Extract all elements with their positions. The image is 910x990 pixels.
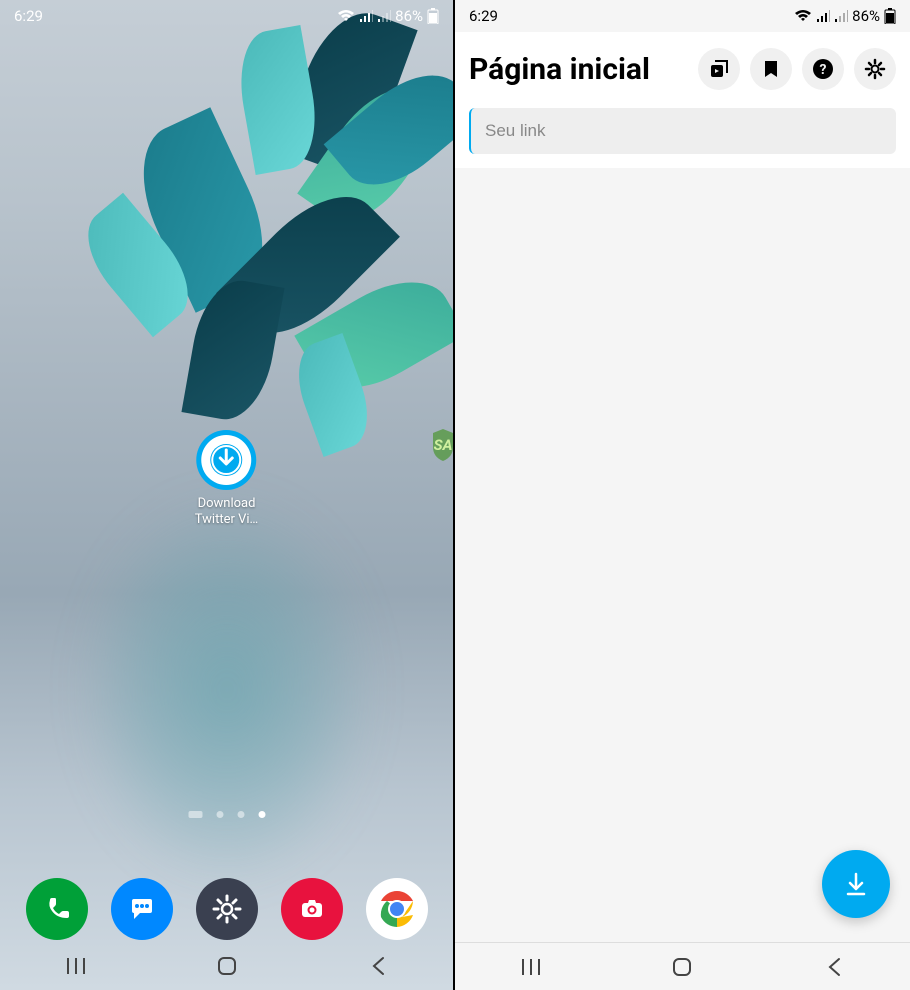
battery-icon bbox=[427, 8, 439, 24]
download-twitter-icon bbox=[197, 430, 257, 490]
battery-icon bbox=[884, 8, 896, 24]
link-input[interactable] bbox=[469, 108, 896, 154]
help-button[interactable]: ? bbox=[802, 48, 844, 90]
signal-icon bbox=[377, 10, 391, 22]
page-title: Página inicial bbox=[469, 52, 688, 87]
download-icon bbox=[842, 870, 870, 898]
app-label-line1: Download bbox=[195, 496, 259, 512]
dock-messages[interactable] bbox=[111, 878, 173, 940]
nav-home[interactable] bbox=[187, 946, 267, 986]
wallpaper bbox=[0, 0, 453, 480]
wallpaper-smoke bbox=[77, 490, 377, 890]
signal-icon bbox=[359, 10, 373, 22]
wifi-icon bbox=[337, 9, 355, 23]
download-fab[interactable] bbox=[822, 850, 890, 918]
app-screen: 6:29 86% Página inicial ? bbox=[455, 0, 910, 990]
status-bar: 6:29 86% bbox=[0, 0, 453, 32]
app-shortcut-download-twitter[interactable]: Download Twitter Vi… bbox=[195, 430, 259, 527]
navigation-bar bbox=[455, 942, 910, 990]
page-dot-apps bbox=[188, 811, 202, 818]
status-time: 6:29 bbox=[14, 7, 43, 25]
bookmark-icon bbox=[763, 59, 779, 79]
library-button[interactable] bbox=[698, 48, 740, 90]
battery-percent: 86% bbox=[852, 7, 880, 25]
app-header: Página inicial ? bbox=[455, 32, 910, 108]
dock-chrome[interactable] bbox=[366, 878, 428, 940]
dock-settings[interactable] bbox=[196, 878, 258, 940]
page-dot bbox=[216, 811, 223, 818]
app-label-line2: Twitter Vi… bbox=[195, 512, 259, 528]
navigation-bar bbox=[0, 942, 453, 990]
svg-text:SA: SA bbox=[434, 436, 453, 454]
dock-phone[interactable] bbox=[26, 878, 88, 940]
settings-button[interactable] bbox=[854, 48, 896, 90]
wifi-icon bbox=[794, 9, 812, 23]
help-icon: ? bbox=[812, 58, 834, 80]
nav-recents[interactable] bbox=[491, 947, 571, 987]
battery-percent: 86% bbox=[395, 7, 423, 25]
signal-icon bbox=[834, 10, 848, 22]
video-library-icon bbox=[709, 59, 729, 79]
status-bar: 6:29 86% bbox=[455, 0, 910, 32]
nav-back[interactable] bbox=[794, 947, 874, 987]
page-dot bbox=[237, 811, 244, 818]
home-screen: 6:29 86% Download bbox=[0, 0, 455, 990]
bookmark-button[interactable] bbox=[750, 48, 792, 90]
link-input-container bbox=[455, 108, 910, 168]
signal-icon bbox=[816, 10, 830, 22]
page-indicator[interactable] bbox=[188, 811, 265, 818]
gear-icon bbox=[864, 58, 886, 80]
svg-text:?: ? bbox=[820, 62, 827, 78]
dock bbox=[0, 878, 453, 940]
page-dot-active bbox=[258, 811, 265, 818]
dock-camera[interactable] bbox=[281, 878, 343, 940]
watermark-badge: SA bbox=[423, 425, 455, 469]
nav-home[interactable] bbox=[642, 947, 722, 987]
status-time: 6:29 bbox=[469, 7, 498, 25]
nav-recents[interactable] bbox=[36, 946, 116, 986]
nav-back[interactable] bbox=[338, 946, 418, 986]
